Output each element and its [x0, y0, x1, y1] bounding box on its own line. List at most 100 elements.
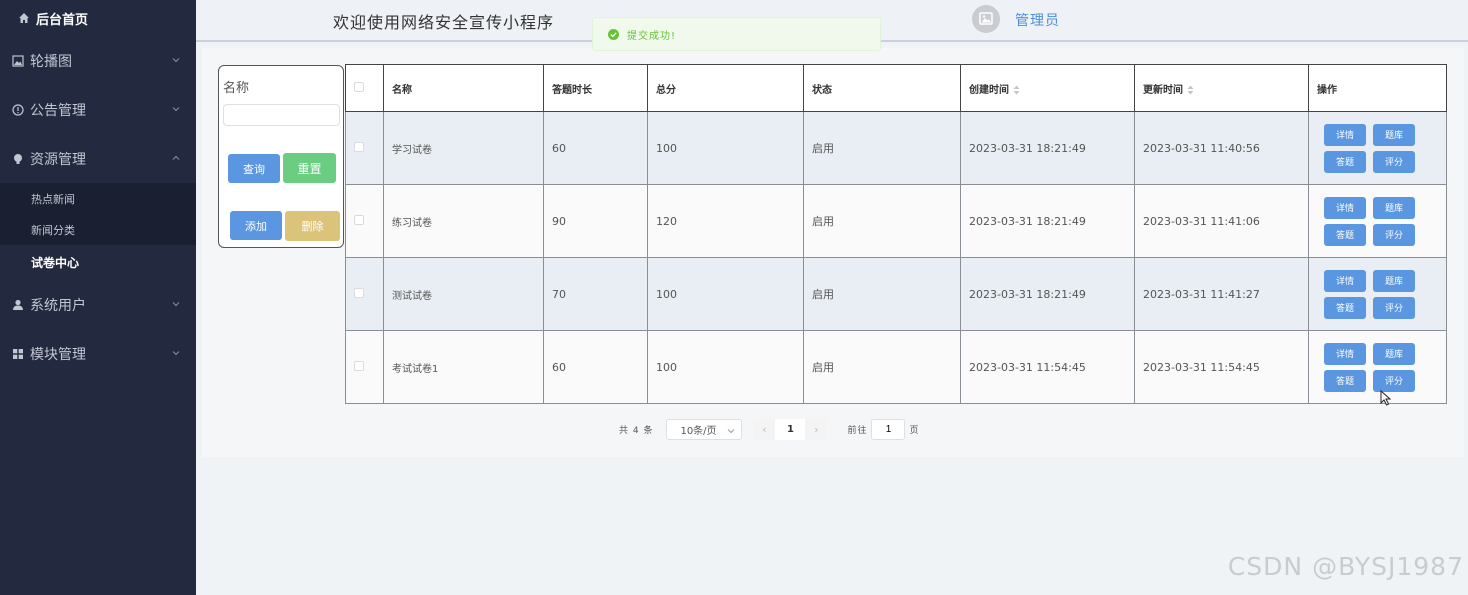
sidebar-item-home[interactable]: 后台首页: [0, 0, 196, 36]
cell-ops: 详情 题库 答题 评分: [1308, 184, 1447, 258]
resource-submenu: 热点新闻 新闻分类: [0, 183, 196, 245]
column-header: 操作: [1308, 64, 1447, 112]
sidebar: 后台首页 轮播图 公告管理 资源管理 热点新闻 新闻分类 试卷中心 系统用户 模…: [0, 0, 196, 595]
chevron-down-icon: [172, 58, 180, 63]
detail-button[interactable]: 详情: [1324, 269, 1366, 292]
delete-button[interactable]: 删除: [285, 211, 340, 241]
select-all-cell: [345, 64, 384, 112]
sidebar-item-modules[interactable]: 模块管理: [0, 329, 196, 378]
page-number[interactable]: 1: [775, 419, 806, 440]
sidebar-item-label: 轮播图: [30, 53, 72, 70]
sidebar-subitem-exam-center[interactable]: 试卷中心: [0, 245, 196, 280]
cell-score: 120: [647, 184, 804, 258]
total-count: 共 4 条: [619, 426, 654, 436]
row-checkbox[interactable]: [354, 141, 364, 152]
question-bank-button[interactable]: 题库: [1373, 342, 1415, 365]
page-size-select[interactable]: 10条/页: [666, 419, 743, 440]
answer-button[interactable]: 答题: [1324, 296, 1366, 319]
question-bank-button[interactable]: 题库: [1373, 196, 1415, 219]
sidebar-home-label: 后台首页: [36, 12, 89, 28]
row-select-cell: [345, 330, 384, 404]
cell-updated: 2023-03-31 11:41:06: [1134, 184, 1309, 258]
reset-button[interactable]: 重置: [283, 153, 336, 183]
table-row: 练习试卷 90 120 启用 2023-03-31 18:21:49 2023-…: [345, 184, 1447, 258]
user-icon: [13, 299, 23, 310]
name-search-input[interactable]: [223, 104, 340, 126]
grade-button[interactable]: 评分: [1373, 369, 1415, 392]
column-header-created[interactable]: 创建时间: [960, 64, 1135, 112]
cell-score: 100: [647, 330, 804, 404]
cell-updated: 2023-03-31 11:54:45: [1134, 330, 1309, 404]
answer-button[interactable]: 答题: [1324, 369, 1366, 392]
search-panel: 名称 查询 重置 添加 删除: [218, 65, 344, 248]
detail-button[interactable]: 详情: [1324, 123, 1366, 146]
sidebar-item-resource[interactable]: 资源管理: [0, 134, 196, 183]
row-select-cell: [345, 184, 384, 258]
prev-page-button[interactable]: ‹: [753, 419, 776, 440]
table-header-row: 名称 答题时长 总分 状态 创建时间 更新时间 操作: [345, 64, 1447, 112]
toast-message: 提交成功!: [627, 30, 677, 42]
add-button[interactable]: 添加: [230, 211, 282, 240]
sidebar-item-notice[interactable]: 公告管理: [0, 85, 196, 134]
page-unit-label: 页: [909, 426, 919, 436]
column-header: 状态: [803, 64, 961, 112]
sidebar-subitem-hot-news[interactable]: 热点新闻: [0, 183, 196, 214]
row-select-cell: [345, 257, 384, 331]
detail-button[interactable]: 详情: [1324, 196, 1366, 219]
sort-icon[interactable]: [1187, 85, 1194, 95]
question-bank-button[interactable]: 题库: [1373, 123, 1415, 146]
user-name[interactable]: 管理员: [1015, 10, 1060, 30]
check-circle-icon: [608, 28, 619, 40]
sidebar-item-carousel[interactable]: 轮播图: [0, 36, 196, 85]
cell-duration: 70: [543, 257, 648, 331]
cell-created: 2023-03-31 18:21:49: [960, 184, 1135, 258]
cell-duration: 60: [543, 111, 648, 185]
sidebar-subitem-news-category[interactable]: 新闻分类: [0, 214, 196, 245]
table-row: 考试试卷1 60 100 启用 2023-03-31 11:54:45 2023…: [345, 330, 1447, 404]
sort-icon[interactable]: [1013, 85, 1020, 95]
grade-button[interactable]: 评分: [1373, 150, 1415, 173]
cell-name: 练习试卷: [383, 184, 544, 258]
cell-status: 启用: [803, 184, 961, 258]
answer-button[interactable]: 答题: [1324, 150, 1366, 173]
cell-status: 启用: [803, 330, 961, 404]
name-label: 名称: [223, 81, 250, 96]
success-toast: 提交成功!: [592, 17, 881, 51]
column-header-label: 更新时间: [1143, 84, 1183, 96]
chevron-down-icon: [172, 302, 180, 307]
answer-button[interactable]: 答题: [1324, 223, 1366, 246]
table-row: 学习试卷 60 100 启用 2023-03-31 18:21:49 2023-…: [345, 111, 1447, 185]
next-page-button[interactable]: ›: [805, 419, 828, 440]
image-icon: [979, 12, 993, 25]
cell-updated: 2023-03-31 11:41:27: [1134, 257, 1309, 331]
cell-name: 学习试卷: [383, 111, 544, 185]
row-checkbox[interactable]: [354, 214, 364, 225]
sidebar-item-label: 模块管理: [30, 346, 86, 363]
table-row: 测试试卷 70 100 启用 2023-03-31 18:21:49 2023-…: [345, 257, 1447, 331]
info-icon: [12, 103, 24, 116]
cell-name: 测试试卷: [383, 257, 544, 331]
site-title: 欢迎使用网络安全宣传小程序: [333, 13, 555, 32]
column-header: 名称: [383, 64, 544, 112]
detail-button[interactable]: 详情: [1324, 342, 1366, 365]
cell-ops: 详情 题库 答题 评分: [1308, 111, 1447, 185]
query-button[interactable]: 查询: [228, 154, 280, 183]
chevron-left-icon: ‹: [762, 423, 767, 436]
question-bank-button[interactable]: 题库: [1373, 269, 1415, 292]
row-checkbox[interactable]: [354, 287, 364, 298]
row-checkbox[interactable]: [354, 360, 364, 371]
cell-name: 考试试卷1: [383, 330, 544, 404]
sidebar-item-label: 公告管理: [30, 102, 86, 119]
sidebar-item-users[interactable]: 系统用户: [0, 280, 196, 329]
avatar[interactable]: [972, 5, 1000, 33]
cell-created: 2023-03-31 11:54:45: [960, 330, 1135, 404]
column-header-label: 创建时间: [969, 84, 1009, 96]
image-icon: [12, 54, 24, 67]
grid-icon: [13, 348, 23, 359]
select-all-checkbox[interactable]: [354, 81, 364, 92]
grade-button[interactable]: 评分: [1373, 296, 1415, 319]
column-header-updated[interactable]: 更新时间: [1134, 64, 1309, 112]
grade-button[interactable]: 评分: [1373, 223, 1415, 246]
chevron-down-icon: [172, 351, 180, 356]
goto-page-input[interactable]: [871, 419, 906, 440]
